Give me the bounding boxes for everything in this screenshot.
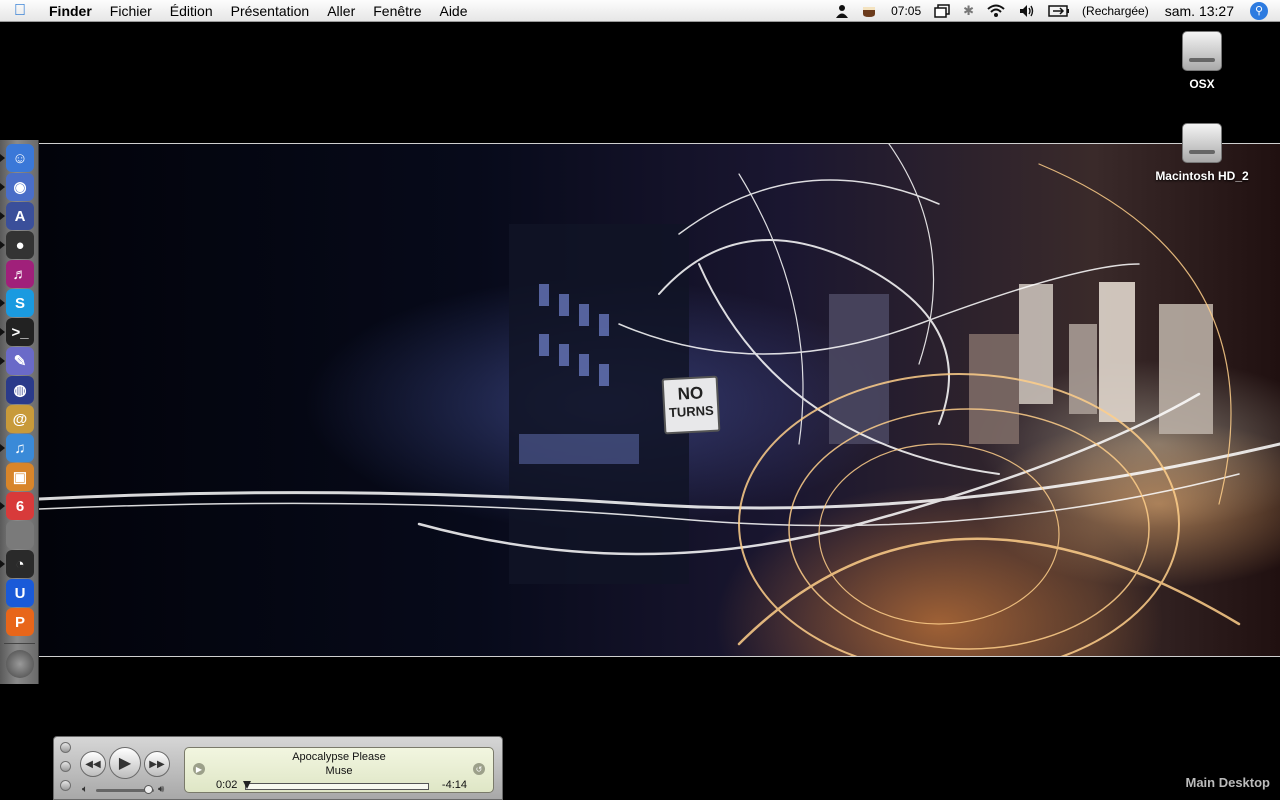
running-indicator	[0, 154, 5, 162]
adium-icon: ●	[15, 236, 25, 254]
sign-line-2: TURNS	[668, 402, 715, 421]
speaker-high-icon: 🔊︎	[158, 784, 165, 795]
itunes-alt-icon: ♬	[12, 265, 28, 283]
drive-label[interactable]: Macintosh HD_2	[1147, 169, 1257, 183]
trash-icon[interactable]	[6, 650, 34, 678]
now-playing-display: ▶ Apocalypse Please Muse ↺ 0:02 -4:14	[184, 747, 494, 793]
dock-item-firefox[interactable]: ◉	[6, 173, 34, 201]
xcode-icon: A	[14, 207, 26, 225]
previous-button[interactable]: ◀◀	[80, 751, 106, 777]
menu-presentation[interactable]: Présentation	[222, 3, 319, 19]
user-status-icon[interactable]	[829, 0, 855, 22]
dock-item-adium[interactable]: ●	[6, 231, 34, 259]
play-button[interactable]: ▶	[109, 747, 141, 779]
menu-fenetre[interactable]: Fenêtre	[364, 3, 430, 19]
running-indicator	[0, 241, 5, 249]
time-machine-icon: ◔	[15, 555, 25, 573]
desktop-name-label: Main Desktop	[1185, 775, 1270, 790]
speaker-low-icon: 🔈︎	[82, 784, 88, 795]
dock-item-time-machine[interactable]: ◔	[6, 550, 34, 578]
firefox-icon: ◉	[13, 179, 27, 196]
spotlight-search-icon[interactable]: ⚲	[1250, 1, 1268, 20]
elapsed-time: 0:02	[216, 779, 238, 791]
drive-macintosh-hd-2[interactable]: Macintosh HD_2	[1147, 123, 1257, 183]
dock: ☺ ◉ A ● ♬ S >_ ✎ ◍ @ ♫ ▣ 6 ◔ U P	[0, 140, 39, 684]
running-indicator	[0, 183, 5, 191]
hard-drive-icon[interactable]	[1182, 123, 1222, 163]
dock-item-system-preferences[interactable]	[6, 521, 34, 549]
dock-item-itunes-alt[interactable]: ♬	[6, 260, 34, 288]
menu-aller[interactable]: Aller	[318, 3, 364, 19]
itunes-icon: ♫	[14, 439, 26, 457]
volume-icon[interactable]	[1012, 0, 1042, 22]
next-button[interactable]: ▶▶	[144, 751, 170, 777]
menu-aide[interactable]: Aide	[430, 3, 476, 19]
drive-label[interactable]: OSX	[1147, 77, 1257, 91]
song-title: Apocalypse Please	[292, 751, 386, 763]
progress-track[interactable]	[243, 781, 429, 790]
hard-drive-icon[interactable]	[1182, 31, 1222, 71]
volume-knob[interactable]	[144, 785, 154, 794]
menu-finder[interactable]: Finder	[40, 3, 101, 19]
volume-control[interactable]: 🔈︎ 🔊︎	[82, 784, 172, 795]
dock-item-ical[interactable]: 6	[6, 492, 34, 520]
menubar-time-alt[interactable]: 07:05	[885, 0, 927, 22]
dock-item-itunes[interactable]: ♫	[6, 434, 34, 462]
itunes-mini-player: ◀◀ ▶ ▶▶ ▶ Apocalypse Please Muse ↺ 0:02 …	[53, 736, 503, 800]
dock-item-xcode[interactable]: A	[6, 202, 34, 230]
menu-edition[interactable]: Édition	[161, 3, 222, 19]
battery-icon[interactable]	[1042, 0, 1076, 22]
apple-icon[interactable]: 	[0, 2, 40, 20]
skype-icon: S	[14, 294, 25, 312]
audio-app-icon: U	[14, 584, 26, 602]
presentation-app-icon: P	[14, 613, 25, 631]
dock-item-script-editor[interactable]: ✎	[6, 347, 34, 375]
dock-item-iphoto[interactable]: ▣	[6, 463, 34, 491]
running-indicator	[0, 212, 5, 220]
close-button[interactable]	[60, 742, 71, 753]
finder-icon: ☺	[12, 149, 28, 167]
drive-osx[interactable]: OSX	[1147, 31, 1257, 91]
running-indicator	[0, 357, 5, 365]
menu-bar:  Finder Fichier Édition Présentation Al…	[0, 0, 1280, 22]
running-indicator	[0, 299, 5, 307]
script-editor-icon: ✎	[13, 353, 27, 370]
desktop-wallpaper: NO TURNS	[39, 143, 1280, 657]
zoom-button[interactable]	[60, 780, 71, 791]
song-artist: Muse	[325, 765, 353, 777]
bluetooth-icon[interactable]: ✱	[957, 0, 980, 22]
address-book-icon: @	[12, 410, 28, 428]
running-indicator	[0, 502, 5, 510]
dock-separator	[4, 643, 35, 644]
coffee-cup-icon[interactable]	[855, 0, 885, 22]
wifi-icon[interactable]	[980, 0, 1012, 22]
playhead[interactable]	[243, 781, 252, 789]
spaces-icon[interactable]	[927, 0, 957, 22]
dock-item-terminal[interactable]: >_	[6, 318, 34, 346]
running-indicator	[0, 444, 5, 452]
battery-status[interactable]: (Rechargée)	[1076, 0, 1155, 22]
running-indicator	[0, 560, 5, 568]
minimize-button[interactable]	[60, 761, 71, 772]
network-icon: ◍	[13, 382, 27, 399]
no-turns-sign: NO TURNS	[661, 375, 721, 435]
iphoto-icon: ▣	[12, 469, 28, 486]
menubar-clock[interactable]: sam. 13:27	[1155, 0, 1244, 22]
light-streaks	[39, 144, 1280, 656]
terminal-icon: >_	[11, 323, 29, 341]
snapback-icon[interactable]: ↺	[473, 763, 485, 775]
running-indicator	[0, 328, 5, 336]
dock-item-network[interactable]: ◍	[6, 376, 34, 404]
dock-item-skype[interactable]: S	[6, 289, 34, 317]
menu-fichier[interactable]: Fichier	[101, 3, 161, 19]
dock-item-audio-app[interactable]: U	[6, 579, 34, 607]
remaining-time: -4:14	[441, 779, 467, 791]
dock-item-address-book[interactable]: @	[6, 405, 34, 433]
ical-icon: 6	[15, 497, 25, 515]
dock-item-finder[interactable]: ☺	[6, 144, 34, 172]
dock-item-presentation-app[interactable]: P	[6, 608, 34, 636]
